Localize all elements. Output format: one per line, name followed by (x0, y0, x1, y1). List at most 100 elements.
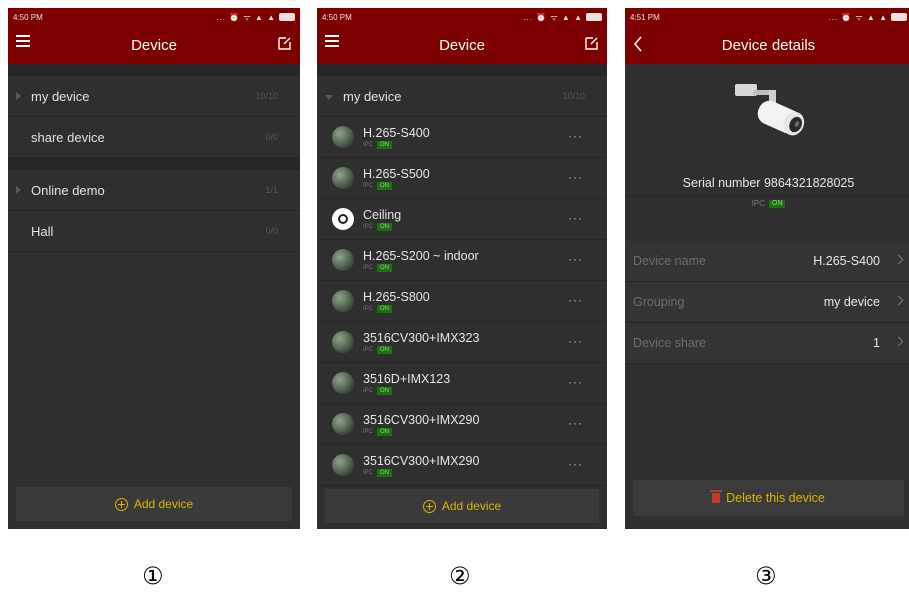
back-icon[interactable] (633, 36, 643, 52)
status-badge: ON (768, 199, 786, 208)
device-name: H.265-S400 (363, 125, 430, 140)
add-device-button[interactable]: Add device (325, 489, 599, 523)
device-type: IPC (363, 387, 374, 394)
group-count: 10/10 (255, 91, 278, 101)
status-badge: ON (377, 304, 393, 313)
more-options-icon[interactable]: ··· (568, 170, 583, 184)
status-time: 4:50 PM (322, 12, 352, 22)
add-device-label: Add device (441, 499, 502, 513)
row-value: 1 (873, 336, 880, 350)
device-name: 3516CV300+IMX323 (363, 330, 480, 345)
status-icons: ... ⏰ ᯤ ▲ ▲ (216, 12, 295, 23)
status-badge: ON (377, 386, 393, 395)
chevron-right-icon (893, 295, 904, 306)
row-value: my device (823, 295, 880, 309)
caption-1: ① (142, 562, 164, 590)
status-badge: ON (377, 345, 393, 354)
screen-device-groups: 4:50 PM ... ⏰ ᯤ ▲ ▲ Device my device 10/… (8, 8, 300, 529)
device-thumbnail (332, 290, 354, 312)
edit-icon[interactable] (585, 36, 599, 50)
row-label: Device share (633, 336, 706, 350)
status-time: 4:51 PM (630, 12, 660, 22)
screen-device-details: 4:51 PM ... ⏰ ᯤ ▲ ▲ Device details Seria… (625, 8, 909, 529)
device-type: IPC (363, 346, 374, 353)
page-title: Device (439, 36, 485, 54)
trash-icon (710, 490, 723, 503)
status-badge: ON (377, 468, 393, 477)
device-row[interactable]: 3516CV300+IMX290 IPC ON ··· (317, 445, 607, 486)
signal-icons: ... ⏰ ᯤ ▲ ▲ (523, 12, 583, 22)
device-thumbnail (332, 413, 354, 435)
device-thumbnail (332, 454, 354, 476)
device-row[interactable]: H.265-S500 IPC ON ··· (317, 158, 607, 199)
more-options-icon[interactable]: ··· (568, 293, 583, 307)
status-badge: ON (377, 263, 393, 272)
more-options-icon[interactable]: ··· (568, 457, 583, 471)
device-row[interactable]: H.265-S800 IPC ON ··· (317, 281, 607, 322)
device-thumbnail (332, 126, 354, 148)
add-device-button[interactable]: Add device (16, 487, 292, 521)
app-bar: Device details (625, 26, 909, 64)
device-row[interactable]: 3516D+IMX123 IPC ON ··· (317, 363, 607, 404)
caption-3: ③ (755, 562, 777, 590)
app-bar: Device (8, 26, 300, 64)
row-label: Device name (633, 254, 706, 268)
group-row-my-device[interactable]: my device 10/10 (8, 76, 300, 117)
group-count: 0/0 (265, 226, 278, 236)
device-type: IPC (751, 199, 765, 208)
chevron-right-icon (893, 336, 904, 347)
section-gap (317, 64, 607, 76)
battery-icon (891, 13, 907, 21)
page-title: Device (131, 36, 177, 54)
device-thumbnail (332, 372, 354, 394)
grouping-row[interactable]: Grouping my device (625, 282, 909, 323)
edit-icon[interactable] (278, 36, 292, 50)
device-type: IPC (363, 223, 374, 230)
group-label: my device (343, 88, 402, 104)
group-row-online-demo[interactable]: Online demo 1/1 (8, 170, 300, 211)
device-name: H.265-S500 (363, 166, 430, 181)
battery-icon (586, 13, 602, 21)
camera-image (735, 84, 805, 136)
device-thumbnail (332, 249, 354, 271)
expand-arrow-icon (16, 92, 21, 100)
device-row[interactable]: 3516CV300+IMX290 IPC ON ··· (317, 404, 607, 445)
device-type: IPC (363, 428, 374, 435)
more-options-icon[interactable]: ··· (568, 334, 583, 348)
more-options-icon[interactable]: ··· (568, 129, 583, 143)
page-title: Device details (721, 36, 816, 54)
device-share-row[interactable]: Device share 1 (625, 323, 909, 364)
status-bar: 4:50 PM ... ⏰ ᯤ ▲ ▲ (317, 8, 607, 26)
serial-number: Serial number 9864321828025 (682, 176, 855, 190)
more-options-icon[interactable]: ··· (568, 375, 583, 389)
status-badge: ON (377, 181, 393, 190)
device-row[interactable]: H.265-S200 ~ indoor IPC ON ··· (317, 240, 607, 281)
chevron-right-icon (893, 254, 904, 265)
screen-device-list: 4:50 PM ... ⏰ ᯤ ▲ ▲ Device my device 10/… (317, 8, 607, 529)
more-options-icon[interactable]: ··· (568, 252, 583, 266)
device-name: 3516D+IMX123 (363, 371, 451, 386)
group-label: Online demo (31, 182, 105, 198)
device-row[interactable]: 3516CV300+IMX323 IPC ON ··· (317, 322, 607, 363)
group-label: my device (31, 88, 90, 104)
group-row-hall[interactable]: Hall 0/0 (8, 211, 300, 252)
group-count: 0/0 (265, 132, 278, 142)
device-row[interactable]: Ceiling IPC ON ··· (317, 199, 607, 240)
device-row[interactable]: H.265-S400 IPC ON ··· (317, 117, 607, 158)
group-row-my-device[interactable]: my device 10/10 (317, 76, 607, 117)
group-row-share-device[interactable]: share device 0/0 (8, 117, 300, 158)
device-type-status: IPC ON (625, 198, 909, 208)
device-name: H.265-S800 (363, 289, 430, 304)
menu-icon[interactable] (325, 35, 339, 47)
more-options-icon[interactable]: ··· (568, 416, 583, 430)
menu-icon[interactable] (16, 35, 30, 47)
device-name: 3516CV300+IMX290 (363, 453, 480, 468)
group-label: share device (31, 129, 105, 145)
row-value: H.265-S400 (813, 254, 880, 268)
more-options-icon[interactable]: ··· (568, 211, 583, 225)
delete-device-button[interactable]: Delete this device (633, 480, 904, 516)
device-type: IPC (363, 469, 374, 476)
delete-device-label: Delete this device (726, 491, 825, 505)
device-name-row[interactable]: Device name H.265-S400 (625, 241, 909, 282)
device-name: H.265-S200 ~ indoor (363, 248, 479, 263)
